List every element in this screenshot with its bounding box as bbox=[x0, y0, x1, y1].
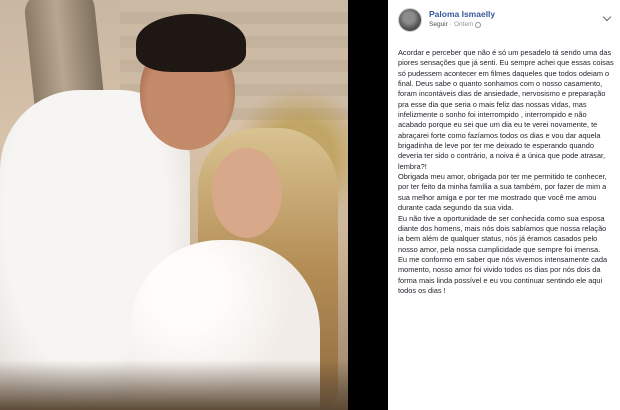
post-meta: Paloma Ismaelly Seguir · Ontem bbox=[429, 8, 495, 28]
post-subline: Seguir · Ontem bbox=[429, 20, 495, 29]
post-timestamp[interactable]: Ontem bbox=[454, 21, 474, 29]
follow-link[interactable]: Seguir bbox=[429, 21, 448, 29]
globe-icon bbox=[475, 21, 482, 28]
groom-hair bbox=[136, 14, 246, 72]
author-name[interactable]: Paloma Ismaelly bbox=[429, 10, 495, 19]
bride-face bbox=[212, 148, 282, 238]
post-paragraph: Obrigada meu amor, obrigada por ter me p… bbox=[398, 172, 607, 213]
ground bbox=[0, 360, 348, 410]
post-body: Acordar e perceber que não é só um pesad… bbox=[388, 48, 620, 296]
post-paragraph: Acordar e perceber que não é só um pesad… bbox=[398, 48, 614, 171]
post-paragraph: Eu me conformo em saber que nós vivemos … bbox=[398, 254, 608, 295]
facebook-post: Paloma Ismaelly Seguir · Ontem Acordar e… bbox=[388, 0, 620, 410]
avatar[interactable] bbox=[398, 8, 422, 32]
chevron-down-icon[interactable] bbox=[602, 12, 612, 22]
post-header: Paloma Ismaelly Seguir · Ontem bbox=[388, 0, 620, 32]
separator: · bbox=[449, 20, 452, 28]
post-paragraph: Eu não tive a oportunidade de ser conhec… bbox=[398, 213, 607, 254]
couple-photo bbox=[0, 0, 348, 410]
